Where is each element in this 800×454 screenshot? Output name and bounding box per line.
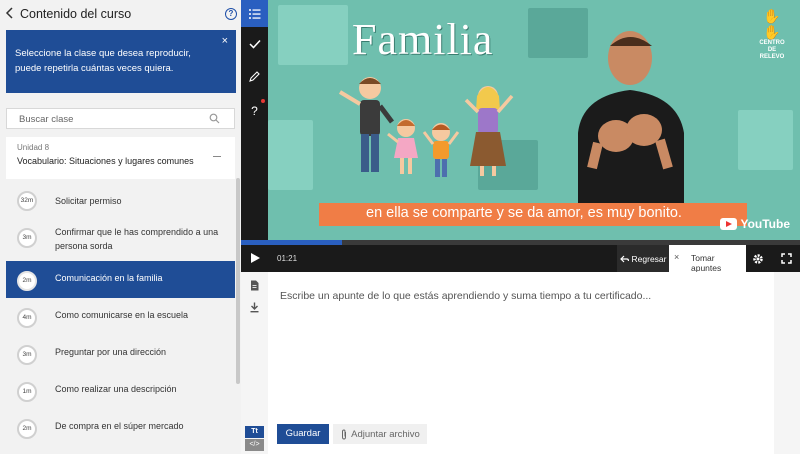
course-player: Contenido del curso ? Seleccione la clas… xyxy=(0,0,800,454)
search-input[interactable] xyxy=(19,112,204,126)
duration-badge: 32m xyxy=(17,191,37,211)
sidebar-title: Contenido del curso xyxy=(20,7,132,21)
notes-tab-label: Tomar apuntes xyxy=(691,253,722,273)
lesson-item-active[interactable]: 2m Comunicación en la familia xyxy=(6,261,235,298)
bg-tile xyxy=(278,5,348,65)
duration-badge: 2m xyxy=(17,419,37,439)
document-icon[interactable] xyxy=(250,280,259,294)
undo-arrow-icon xyxy=(619,255,629,262)
lesson-title: De compra en el súper mercado xyxy=(55,421,184,431)
save-button[interactable]: Guardar xyxy=(277,424,329,444)
bg-tile xyxy=(738,110,793,170)
sidebar-scrollbar[interactable] xyxy=(236,178,240,384)
search-icon[interactable] xyxy=(209,113,220,124)
lesson-item[interactable]: 2m De compra en el súper mercado xyxy=(6,409,235,446)
question-circle-icon[interactable]: ? xyxy=(225,8,237,20)
duration-badge: 3m xyxy=(17,345,37,365)
lesson-title: Como realizar una descripción xyxy=(55,384,177,394)
video-title-text: Familia xyxy=(352,15,494,64)
search-box xyxy=(6,108,235,129)
centro-relevo-logo: ✋✋ CENTRO DE RELEVO xyxy=(759,8,785,60)
lesson-title: Solicitar permiso xyxy=(55,196,122,206)
attach-file-button[interactable]: Adjuntar archivo xyxy=(333,424,427,444)
gear-icon[interactable] xyxy=(752,253,764,265)
duration-badge: 2m xyxy=(17,271,37,291)
video-subtitle: en ella se comparte y se da amor, es muy… xyxy=(366,205,682,221)
pencil-icon[interactable] xyxy=(241,63,268,90)
lesson-item[interactable]: 4m Como comunicarse en la escuela xyxy=(6,298,235,335)
notes-placeholder[interactable]: Escribe un apunte de lo que estás aprend… xyxy=(280,290,651,302)
youtube-icon xyxy=(720,218,738,230)
duration-badge: 4m xyxy=(17,308,37,328)
back-label: Regresar xyxy=(631,253,667,264)
lesson-item[interactable]: 1m Como realizar una descripción xyxy=(6,372,235,409)
sidebar-header: Contenido del curso ? xyxy=(0,0,241,28)
lesson-title: Confirmar que le has comprendido a una p… xyxy=(55,227,219,251)
youtube-label: YouTube xyxy=(740,217,790,231)
notification-dot xyxy=(261,99,265,103)
lesson-list: 32m Solicitar permiso 3m Confirmar que l… xyxy=(6,181,235,454)
notice-text: Seleccione la clase que desea reproducir… xyxy=(15,48,191,74)
chevron-left-icon[interactable] xyxy=(5,6,17,22)
youtube-watermark[interactable]: YouTube xyxy=(720,217,790,231)
back-button[interactable]: Regresar xyxy=(617,245,669,272)
lesson-item[interactable]: 32m Solicitar permiso xyxy=(6,181,235,218)
format-code-button[interactable]: </> xyxy=(245,439,264,451)
check-icon[interactable] xyxy=(241,30,268,57)
course-sidebar: Contenido del curso ? Seleccione la clas… xyxy=(0,0,241,454)
right-gutter xyxy=(774,272,800,454)
close-icon[interactable]: × xyxy=(222,34,228,49)
download-icon[interactable] xyxy=(250,302,259,316)
family-illustration xyxy=(338,77,514,177)
current-time: 01:21 xyxy=(277,254,298,263)
fullscreen-icon[interactable] xyxy=(781,253,792,264)
video-controls: 01:21 Regresar × Tomar apuntes xyxy=(241,245,800,273)
unit-label: Unidad 8 xyxy=(17,143,50,152)
instruction-notice: Seleccione la clase que desea reproducir… xyxy=(6,30,236,93)
unit-header[interactable]: Unidad 8 Vocabulario: Situaciones y luga… xyxy=(6,137,235,179)
lesson-item[interactable]: 3m Preguntar por una dirección xyxy=(6,335,235,372)
close-icon[interactable]: × xyxy=(674,252,679,262)
duration-badge: 1m xyxy=(17,382,37,402)
lesson-title: Preguntar por una dirección xyxy=(55,347,167,357)
tab-notes[interactable]: × Tomar apuntes xyxy=(669,245,746,273)
attach-label: Adjuntar archivo xyxy=(351,428,420,440)
logo-text: CENTRO DE RELEVO xyxy=(759,40,785,60)
video-player[interactable]: Familia ✋✋ CENTRO DE RELEVO en ella se c… xyxy=(268,0,800,240)
bg-tile xyxy=(268,120,313,190)
lesson-title: Como comunicarse en la escuela xyxy=(55,310,189,320)
tool-rail: ? xyxy=(241,0,268,245)
list-icon[interactable] xyxy=(241,0,268,27)
lesson-item[interactable]: 3m Confirmar que le has comprendido a un… xyxy=(6,218,235,255)
collapse-icon[interactable] xyxy=(213,156,221,157)
paperclip-icon xyxy=(342,428,347,440)
lesson-title: Comunicación en la familia xyxy=(55,273,163,283)
play-icon[interactable] xyxy=(251,253,260,263)
interpreter-figure xyxy=(578,31,684,203)
duration-badge: 3m xyxy=(17,228,37,248)
format-text-button[interactable]: Tt xyxy=(245,426,264,438)
unit-name: Vocabulario: Situaciones y lugares comun… xyxy=(17,156,194,166)
